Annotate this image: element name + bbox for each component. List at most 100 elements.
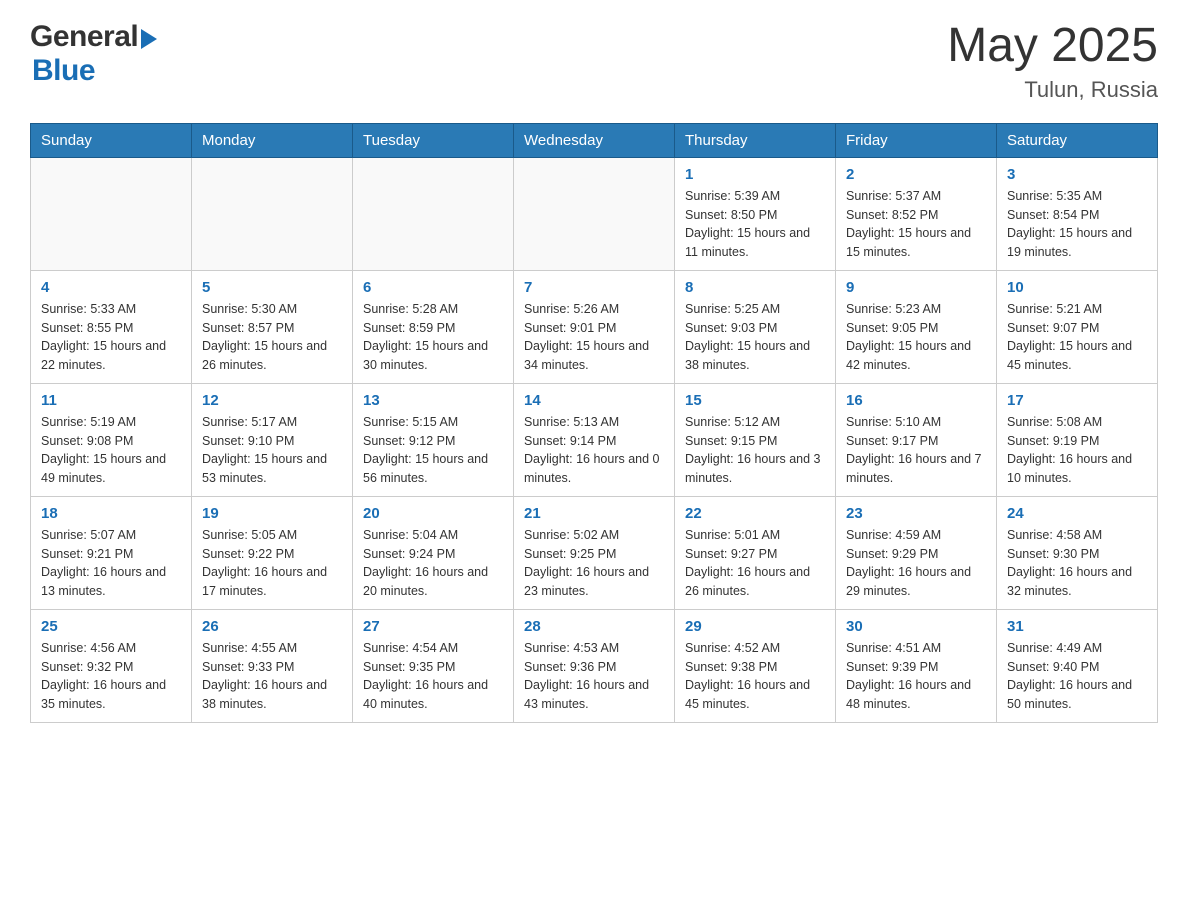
calendar-cell: 30 Sunrise: 4:51 AM Sunset: 9:39 PM Dayli… (836, 609, 997, 722)
calendar-week-row: 18 Sunrise: 5:07 AM Sunset: 9:21 PM Dayli… (31, 496, 1158, 609)
day-number: 30 (846, 618, 986, 635)
day-info: Sunrise: 4:51 AM Sunset: 9:39 PM Dayligh… (846, 639, 986, 714)
calendar-cell (514, 157, 675, 270)
day-number: 18 (41, 505, 181, 522)
calendar-cell: 16 Sunrise: 5:10 AM Sunset: 9:17 PM Dayli… (836, 383, 997, 496)
day-info: Sunrise: 4:59 AM Sunset: 9:29 PM Dayligh… (846, 526, 986, 601)
title-section: May 2025 Tulun, Russia (947, 20, 1158, 103)
day-info: Sunrise: 4:54 AM Sunset: 9:35 PM Dayligh… (363, 639, 503, 714)
day-info: Sunrise: 5:02 AM Sunset: 9:25 PM Dayligh… (524, 526, 664, 601)
day-info: Sunrise: 5:10 AM Sunset: 9:17 PM Dayligh… (846, 413, 986, 488)
calendar-cell: 8 Sunrise: 5:25 AM Sunset: 9:03 PM Daylig… (675, 270, 836, 383)
day-number: 12 (202, 392, 342, 409)
day-info: Sunrise: 4:58 AM Sunset: 9:30 PM Dayligh… (1007, 526, 1147, 601)
day-number: 3 (1007, 166, 1147, 183)
day-number: 13 (363, 392, 503, 409)
day-info: Sunrise: 4:49 AM Sunset: 9:40 PM Dayligh… (1007, 639, 1147, 714)
day-number: 5 (202, 279, 342, 296)
day-number: 17 (1007, 392, 1147, 409)
day-info: Sunrise: 5:21 AM Sunset: 9:07 PM Dayligh… (1007, 300, 1147, 375)
day-number: 11 (41, 392, 181, 409)
calendar-cell: 21 Sunrise: 5:02 AM Sunset: 9:25 PM Dayli… (514, 496, 675, 609)
calendar-header-wednesday: Wednesday (514, 123, 675, 157)
day-number: 4 (41, 279, 181, 296)
calendar-cell (31, 157, 192, 270)
location-label: Tulun, Russia (947, 77, 1158, 103)
day-info: Sunrise: 5:33 AM Sunset: 8:55 PM Dayligh… (41, 300, 181, 375)
calendar-cell: 18 Sunrise: 5:07 AM Sunset: 9:21 PM Dayli… (31, 496, 192, 609)
calendar-cell: 2Sunrise: 5:37 AM Sunset: 8:52 PM Daylig… (836, 157, 997, 270)
day-number: 22 (685, 505, 825, 522)
day-number: 15 (685, 392, 825, 409)
day-number: 19 (202, 505, 342, 522)
day-info: Sunrise: 5:07 AM Sunset: 9:21 PM Dayligh… (41, 526, 181, 601)
day-number: 8 (685, 279, 825, 296)
calendar-cell: 20Sunrise: 5:04 AM Sunset: 9:24 PM Dayli… (353, 496, 514, 609)
calendar-cell: 6 Sunrise: 5:28 AM Sunset: 8:59 PM Daylig… (353, 270, 514, 383)
day-number: 1 (685, 166, 825, 183)
day-info: Sunrise: 5:19 AM Sunset: 9:08 PM Dayligh… (41, 413, 181, 488)
calendar-week-row: 4 Sunrise: 5:33 AM Sunset: 8:55 PM Daylig… (31, 270, 1158, 383)
calendar-cell: 26 Sunrise: 4:55 AM Sunset: 9:33 PM Dayli… (192, 609, 353, 722)
calendar-cell: 27 Sunrise: 4:54 AM Sunset: 9:35 PM Dayli… (353, 609, 514, 722)
day-info: Sunrise: 5:12 AM Sunset: 9:15 PM Dayligh… (685, 413, 825, 488)
day-info: Sunrise: 5:26 AM Sunset: 9:01 PM Dayligh… (524, 300, 664, 375)
calendar-cell: 7Sunrise: 5:26 AM Sunset: 9:01 PM Daylig… (514, 270, 675, 383)
day-number: 6 (363, 279, 503, 296)
calendar-cell: 19 Sunrise: 5:05 AM Sunset: 9:22 PM Dayli… (192, 496, 353, 609)
day-number: 23 (846, 505, 986, 522)
month-year-title: May 2025 (947, 20, 1158, 73)
day-info: Sunrise: 4:56 AM Sunset: 9:32 PM Dayligh… (41, 639, 181, 714)
calendar-week-row: 11 Sunrise: 5:19 AM Sunset: 9:08 PM Dayli… (31, 383, 1158, 496)
day-number: 10 (1007, 279, 1147, 296)
calendar-cell: 12Sunrise: 5:17 AM Sunset: 9:10 PM Dayli… (192, 383, 353, 496)
calendar-cell: 1 Sunrise: 5:39 AM Sunset: 8:50 PM Daylig… (675, 157, 836, 270)
day-info: Sunrise: 5:35 AM Sunset: 8:54 PM Dayligh… (1007, 187, 1147, 262)
calendar-week-row: 1 Sunrise: 5:39 AM Sunset: 8:50 PM Daylig… (31, 157, 1158, 270)
calendar-header-tuesday: Tuesday (353, 123, 514, 157)
day-info: Sunrise: 5:13 AM Sunset: 9:14 PM Dayligh… (524, 413, 664, 488)
calendar-cell (353, 157, 514, 270)
day-info: Sunrise: 5:30 AM Sunset: 8:57 PM Dayligh… (202, 300, 342, 375)
calendar-week-row: 25Sunrise: 4:56 AM Sunset: 9:32 PM Dayli… (31, 609, 1158, 722)
calendar-header-saturday: Saturday (997, 123, 1158, 157)
calendar-cell: 10 Sunrise: 5:21 AM Sunset: 9:07 PM Dayli… (997, 270, 1158, 383)
day-info: Sunrise: 5:23 AM Sunset: 9:05 PM Dayligh… (846, 300, 986, 375)
day-number: 31 (1007, 618, 1147, 635)
calendar-cell: 28 Sunrise: 4:53 AM Sunset: 9:36 PM Dayli… (514, 609, 675, 722)
calendar-cell: 13 Sunrise: 5:15 AM Sunset: 9:12 PM Dayli… (353, 383, 514, 496)
calendar-cell: 15 Sunrise: 5:12 AM Sunset: 9:15 PM Dayli… (675, 383, 836, 496)
day-info: Sunrise: 5:15 AM Sunset: 9:12 PM Dayligh… (363, 413, 503, 488)
calendar-cell: 23 Sunrise: 4:59 AM Sunset: 9:29 PM Dayli… (836, 496, 997, 609)
calendar-cell: 24Sunrise: 4:58 AM Sunset: 9:30 PM Dayli… (997, 496, 1158, 609)
day-number: 27 (363, 618, 503, 635)
calendar-table: SundayMondayTuesdayWednesdayThursdayFrid… (30, 123, 1158, 723)
logo-general-text: General (30, 20, 138, 54)
day-info: Sunrise: 5:05 AM Sunset: 9:22 PM Dayligh… (202, 526, 342, 601)
calendar-cell: 5 Sunrise: 5:30 AM Sunset: 8:57 PM Daylig… (192, 270, 353, 383)
day-info: Sunrise: 5:37 AM Sunset: 8:52 PM Dayligh… (846, 187, 986, 262)
day-info: Sunrise: 5:04 AM Sunset: 9:24 PM Dayligh… (363, 526, 503, 601)
day-number: 14 (524, 392, 664, 409)
day-number: 28 (524, 618, 664, 635)
calendar-cell: 31 Sunrise: 4:49 AM Sunset: 9:40 PM Dayli… (997, 609, 1158, 722)
calendar-cell: 29Sunrise: 4:52 AM Sunset: 9:38 PM Dayli… (675, 609, 836, 722)
calendar-header-row: SundayMondayTuesdayWednesdayThursdayFrid… (31, 123, 1158, 157)
day-info: Sunrise: 5:39 AM Sunset: 8:50 PM Dayligh… (685, 187, 825, 262)
day-number: 21 (524, 505, 664, 522)
day-info: Sunrise: 4:52 AM Sunset: 9:38 PM Dayligh… (685, 639, 825, 714)
day-number: 16 (846, 392, 986, 409)
day-info: Sunrise: 5:08 AM Sunset: 9:19 PM Dayligh… (1007, 413, 1147, 488)
day-number: 9 (846, 279, 986, 296)
day-info: Sunrise: 5:01 AM Sunset: 9:27 PM Dayligh… (685, 526, 825, 601)
logo: General Blue (30, 20, 157, 88)
day-info: Sunrise: 4:55 AM Sunset: 9:33 PM Dayligh… (202, 639, 342, 714)
logo-blue-text: Blue (32, 54, 95, 88)
calendar-cell: 3 Sunrise: 5:35 AM Sunset: 8:54 PM Daylig… (997, 157, 1158, 270)
logo-arrow-icon (141, 29, 157, 49)
day-info: Sunrise: 5:25 AM Sunset: 9:03 PM Dayligh… (685, 300, 825, 375)
day-info: Sunrise: 5:28 AM Sunset: 8:59 PM Dayligh… (363, 300, 503, 375)
day-number: 26 (202, 618, 342, 635)
calendar-cell: 22 Sunrise: 5:01 AM Sunset: 9:27 PM Dayli… (675, 496, 836, 609)
day-info: Sunrise: 4:53 AM Sunset: 9:36 PM Dayligh… (524, 639, 664, 714)
